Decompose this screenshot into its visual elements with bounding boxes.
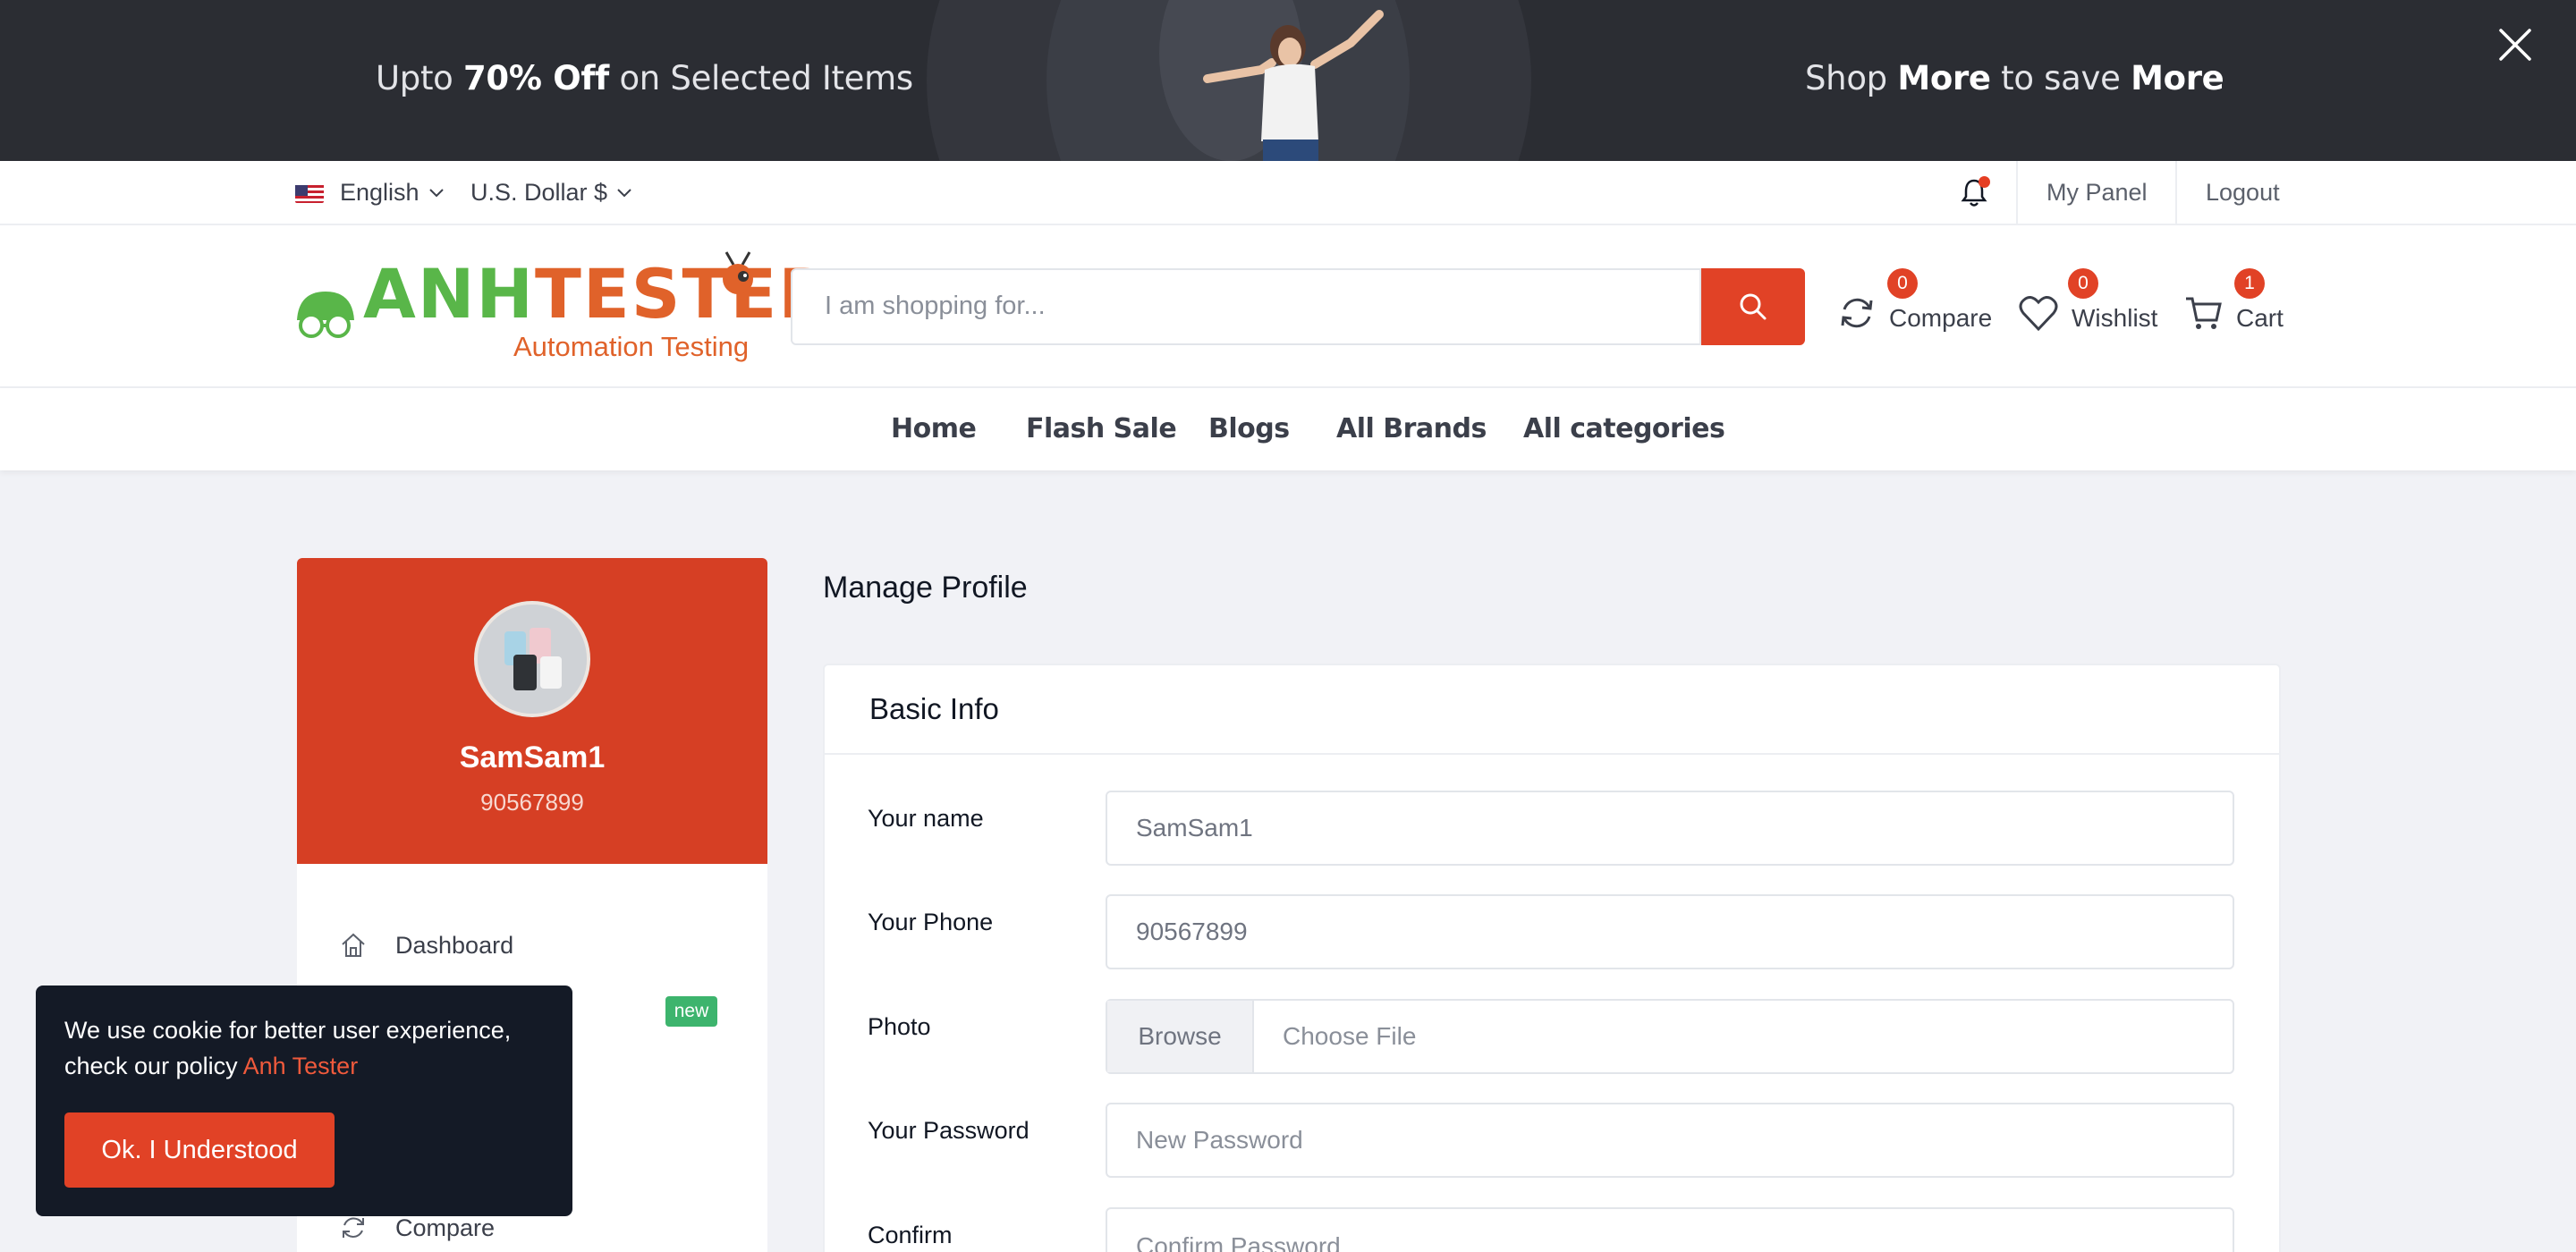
nav-item-home[interactable]: Home xyxy=(891,413,977,444)
cookie-accept-button[interactable]: Ok. I Understood xyxy=(64,1112,335,1188)
browse-button[interactable]: Browse xyxy=(1107,1001,1254,1072)
nav-item-all-categories[interactable]: All categories xyxy=(1523,413,1725,444)
compare-label: Compare xyxy=(1889,304,1993,332)
wishlist-label: Wishlist xyxy=(2072,304,2158,332)
banner-left-text: Upto 70% Off on Selected Items xyxy=(376,59,913,97)
cart-button[interactable]: Cart 1 xyxy=(2184,268,2284,333)
compare-count-badge: 0 xyxy=(1887,268,1918,299)
sidebar-item-compare[interactable]: Compare xyxy=(338,1213,495,1243)
phone-label: Your Phone xyxy=(868,909,994,935)
page-title: Manage Profile xyxy=(823,571,1028,605)
logo-ant-icon xyxy=(723,251,753,294)
cookie-policy-link[interactable]: Anh Tester xyxy=(243,1053,359,1079)
sidebar-item-dashboard[interactable]: Dashboard xyxy=(338,930,513,960)
my-panel-link[interactable]: My Panel xyxy=(2046,179,2148,207)
site-logo[interactable]: ANHTESTER Automation Testing xyxy=(293,251,831,362)
chevron-down-icon xyxy=(617,188,631,197)
wishlist-count-badge: 0 xyxy=(2068,268,2098,299)
divider xyxy=(2016,161,2018,225)
password-label: Your Password xyxy=(868,1117,1030,1144)
notification-dot xyxy=(1979,176,1990,188)
cart-count-badge: 1 xyxy=(2234,268,2265,299)
refresh-icon xyxy=(1841,298,1873,328)
choose-file-text: Choose File xyxy=(1283,1022,1417,1050)
compare-button[interactable]: Compare 0 xyxy=(1837,268,1993,333)
search-icon xyxy=(1740,293,1767,320)
banner-woman-image xyxy=(1203,10,1384,161)
phone-field[interactable]: 90567899 xyxy=(1106,894,2234,969)
us-flag-icon xyxy=(295,183,324,203)
sidebar-profile-header: SamSam1 90567899 xyxy=(297,558,767,864)
profile-username: SamSam1 xyxy=(459,740,606,774)
cart-icon xyxy=(2186,297,2222,329)
search-button[interactable] xyxy=(1701,268,1805,345)
nav-item-blogs[interactable]: Blogs xyxy=(1208,413,1290,444)
name-label: Your name xyxy=(868,805,984,832)
currency-selector[interactable]: U.S. Dollar $ xyxy=(470,179,632,207)
card-header: Basic Info xyxy=(825,665,2279,755)
chevron-down-icon xyxy=(428,188,444,197)
refresh-icon xyxy=(343,1217,364,1238)
logo-glasses-icon xyxy=(297,292,354,338)
top-bar: English U.S. Dollar $ My Panel Logout xyxy=(0,161,2576,225)
language-selector[interactable]: English xyxy=(295,179,445,207)
main-nav: Home Flash Sale Blogs All Brands All cat… xyxy=(0,388,2576,470)
name-field[interactable]: SamSam1 xyxy=(1106,791,2234,866)
avatar xyxy=(474,601,590,717)
divider xyxy=(2175,161,2177,225)
photo-label: Photo xyxy=(868,1013,931,1040)
cart-label: Cart xyxy=(2236,304,2284,332)
confirm-password-field[interactable]: Confirm Password xyxy=(1106,1207,2234,1252)
language-label: English xyxy=(340,179,419,206)
home-icon xyxy=(342,933,365,957)
sidebar-item-label: Dashboard xyxy=(395,931,514,959)
confirm-label: Confirm xyxy=(868,1222,953,1248)
photo-file-input[interactable]: Browse Choose File xyxy=(1106,999,2234,1074)
wishlist-button[interactable]: Wishlist 0 xyxy=(2018,268,2158,333)
sidebar-item-label: Compare xyxy=(395,1214,496,1241)
banner-right-text: Shop More to save More xyxy=(1805,59,2224,97)
currency-label: U.S. Dollar $ xyxy=(470,179,608,206)
main-header: ANHTESTER Automation Testing I am shoppi… xyxy=(0,225,2576,388)
new-badge: new xyxy=(665,996,717,1027)
logo-subtitle: Automation Testing xyxy=(513,331,750,362)
logout-link[interactable]: Logout xyxy=(2206,179,2280,207)
promo-banner: Upto 70% Off on Selected Items Shop More… xyxy=(0,0,2576,161)
notification-bell[interactable] xyxy=(1959,175,1990,209)
close-icon[interactable] xyxy=(2496,25,2535,64)
nav-item-flash-sale[interactable]: Flash Sale xyxy=(1026,413,1177,444)
card-title: Basic Info xyxy=(869,692,999,725)
logo-wordmark: ANHTESTER xyxy=(363,254,833,334)
profile-phone: 90567899 xyxy=(480,789,584,816)
nav-item-all-brands[interactable]: All Brands xyxy=(1336,413,1487,444)
cookie-consent-popup: We use cookie for better user experience… xyxy=(36,986,572,1216)
heart-icon xyxy=(2019,296,2058,332)
cookie-text: We use cookie for better user experience… xyxy=(64,1017,512,1079)
search-input[interactable]: I am shopping for... xyxy=(791,268,1701,345)
password-field[interactable]: New Password xyxy=(1106,1103,2234,1178)
